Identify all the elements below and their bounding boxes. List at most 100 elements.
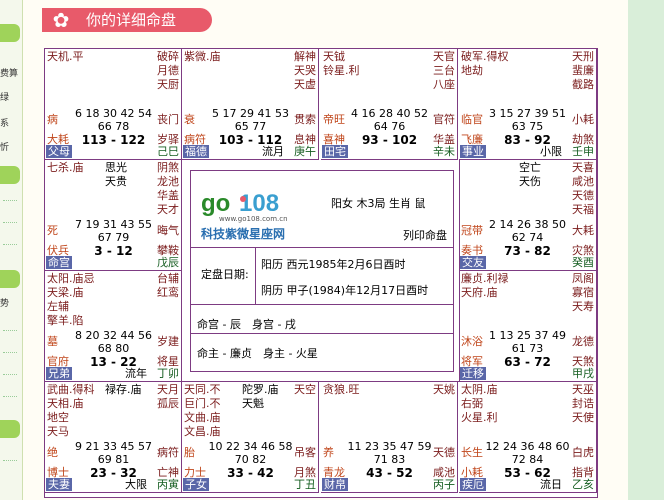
limit-label: 流日 xyxy=(540,478,562,491)
suijian-star: 病符 xyxy=(157,446,179,459)
side-stars: 天喜 咸池 天德 天福 xyxy=(572,161,594,216)
ganzhi-label: 丁丑 xyxy=(294,478,316,491)
site-url: www.go108.com.cn xyxy=(219,215,288,223)
palace-cell: 天钺 铃星.利 天官 三台 八座 4 16 28 40 52 64 76 93 - 1… xyxy=(321,49,458,160)
limit-label: 流年 xyxy=(125,367,147,380)
main-stars: 天同.不 巨门.不 文曲.庙 文昌.庙 xyxy=(184,383,221,438)
minor-stars: 陀罗.庙 天魁 xyxy=(242,383,279,410)
palace-cell: 贪狼.旺 天姚 11 23 35 47 59 71 83 43 - 52 养青龙 天德 咸池… xyxy=(321,382,458,493)
changsheng-star: 衰 xyxy=(184,113,195,126)
ming-shen-palace: 命宫 - 辰 身宫 - 戌 xyxy=(197,318,296,331)
palace-cell: 天同.不 巨门.不 文曲.庙 文昌.庙 天空 陀罗.庙 天魁 10 22 34 46 … xyxy=(182,382,319,493)
date-box: 定盘日期: 阳历 西元1985年2月6日酉时 阴历 甲子(1984)年12月17… xyxy=(191,247,453,305)
palace-name: 福德 xyxy=(183,145,209,158)
sidebar-tab[interactable] xyxy=(0,24,20,42)
side-stars: 解神 天哭 天虚 xyxy=(294,50,316,91)
palace-cell: 廉贞.利禄 天府.庙 凤阁 寡宿 天寿 1 13 25 37 49 61 73 63 … xyxy=(459,271,597,382)
page-title: 你的详细命盘 xyxy=(86,11,177,29)
suijian-star: 白虎 xyxy=(572,446,594,459)
palace-name: 疾厄 xyxy=(460,478,486,491)
palace-name: 夫妻 xyxy=(46,478,72,491)
suijian-star: 岁建 xyxy=(157,335,179,348)
minor-stars: 禄存.庙 xyxy=(105,383,142,396)
palace-name: 田宅 xyxy=(322,145,348,158)
sidebar-tab[interactable] xyxy=(0,166,20,184)
palace-name: 父母 xyxy=(46,145,72,158)
sidebar-item-3[interactable]: 系 xyxy=(0,116,20,129)
side-stars: 天巫 封诰 天使 xyxy=(572,383,594,424)
ganzhi-label: 壬申 xyxy=(572,145,594,158)
changsheng-star: 胎 xyxy=(184,446,195,459)
suijian-star: 龙德 xyxy=(572,335,594,348)
suijian-star: 吊客 xyxy=(294,446,316,459)
side-stars: 破碎 月德 天厨 xyxy=(157,50,179,91)
changsheng-star: 病 xyxy=(47,113,58,126)
main-stars: 廉贞.利禄 天府.庙 xyxy=(461,272,509,299)
suijian-star: 丧门 xyxy=(157,113,179,126)
ming-shen-master: 命主 - 廉贞 身主 - 火星 xyxy=(197,347,318,360)
sidebar-item-2[interactable]: 绿 xyxy=(0,90,20,103)
ganzhi-label: 辛未 xyxy=(433,145,455,158)
palace-name: 事业 xyxy=(460,145,486,158)
changsheng-star: 绝 xyxy=(47,446,58,459)
sidebar-tab[interactable] xyxy=(0,420,20,438)
right-panel xyxy=(628,0,664,500)
changsheng-star: 临官 xyxy=(461,113,483,126)
palace-cell: 天机.平 破碎 月德 天厨 6 18 30 42 54 66 78 113 - 122… xyxy=(45,49,182,160)
palace-name: 财帛 xyxy=(322,478,348,491)
ganzhi-label: 乙亥 xyxy=(572,478,594,491)
palace-cell: 七杀.庙 阴煞 龙池 华盖 天才 思光 天贵 7 19 31 43 55 67 79 3… xyxy=(45,160,182,271)
svg-text:go: go xyxy=(201,190,230,217)
palace-cell: 太阴.庙 右弼 火星.利 天巫 封诰 天使 12 24 36 48 60 72 84… xyxy=(459,382,597,493)
palace-cell: 天喜 咸池 天德 天福 空亡 天伤 2 14 26 38 50 62 74 73 - … xyxy=(459,160,597,271)
limit-label: 流月 xyxy=(262,145,284,158)
side-stars: 天姚 xyxy=(433,383,455,396)
palace-name: 命宫 xyxy=(46,256,72,269)
page-title-banner: ✿ 你的详细命盘 xyxy=(42,8,212,32)
solar-date: 阳历 西元1985年2月6日酉时 xyxy=(261,258,406,271)
sidebar-tab[interactable] xyxy=(0,270,20,288)
date-label: 定盘日期: xyxy=(201,268,249,281)
changsheng-star: 养 xyxy=(323,446,334,459)
gender-info: 阳女 木3局 生肖 鼠 xyxy=(331,197,426,210)
ganzhi-label: 戊辰 xyxy=(157,256,179,269)
main-stars: 天钺 铃星.利 xyxy=(323,50,360,77)
suijian-star: 官符 xyxy=(433,113,455,126)
changsheng-star: 墓 xyxy=(47,335,58,348)
main-stars: 紫微.庙 xyxy=(184,50,221,63)
svg-text:108: 108 xyxy=(239,190,279,217)
print-chart-link[interactable]: 列印命盘 xyxy=(403,227,447,243)
ziwei-chart: go 108 www.go108.com.cn 科技紫微星座网 阳女 木3局 生… xyxy=(44,48,598,498)
ganzhi-label: 丙寅 xyxy=(157,478,179,491)
changsheng-star: 长生 xyxy=(461,446,483,459)
main-stars: 武曲.得科 天相.庙 地空 天马 xyxy=(47,383,95,438)
ganzhi-label: 丁卯 xyxy=(157,367,179,380)
ganzhi-label: 己巳 xyxy=(157,145,179,158)
side-stars: 天官 三台 八座 xyxy=(433,50,455,91)
sidebar-item-4[interactable]: 忻 xyxy=(0,140,20,153)
palace-cell: 紫微.庙 解神 天哭 天虚 5 17 29 41 53 65 77 103 - 112… xyxy=(182,49,319,160)
minor-stars: 思光 天贵 xyxy=(105,161,127,188)
palace-name: 交友 xyxy=(460,256,486,269)
sidebar-item-1[interactable]: 费算 xyxy=(0,66,20,79)
sidebar-item-5[interactable]: 势 xyxy=(0,296,20,309)
changsheng-star: 死 xyxy=(47,224,58,237)
palace-cell: 破军.得权 地劫 天刑 蜚廉 截路 3 15 27 39 51 63 75 83 - … xyxy=(459,49,597,160)
chart-center: go 108 www.go108.com.cn 科技紫微星座网 阳女 木3局 生… xyxy=(182,160,460,382)
site-name: 科技紫微星座网 xyxy=(201,227,286,241)
side-stars: 凤阁 寡宿 天寿 xyxy=(572,272,594,313)
palace-name: 子女 xyxy=(183,478,209,491)
ganzhi-label: 甲戌 xyxy=(572,367,594,380)
main-stars: 贪狼.旺 xyxy=(323,383,360,396)
palace-cell: 武曲.得科 天相.庙 地空 天马 天月 孤辰 禄存.庙 9 21 33 45 57 6… xyxy=(45,382,182,493)
suijian-star: 大耗 xyxy=(572,224,594,237)
left-sidebar: 费算 绿 系 忻 势 xyxy=(0,0,23,500)
ganzhi-label: 庚午 xyxy=(294,145,316,158)
side-stars: 天空 xyxy=(294,383,316,396)
limit-label: 大限 xyxy=(125,478,147,491)
suijian-star: 小耗 xyxy=(572,113,594,126)
ganzhi-label: 癸酉 xyxy=(572,256,594,269)
main-stars: 破军.得权 地劫 xyxy=(461,50,509,77)
main-stars: 七杀.庙 xyxy=(47,161,84,174)
flower-icon: ✿ xyxy=(52,8,70,32)
